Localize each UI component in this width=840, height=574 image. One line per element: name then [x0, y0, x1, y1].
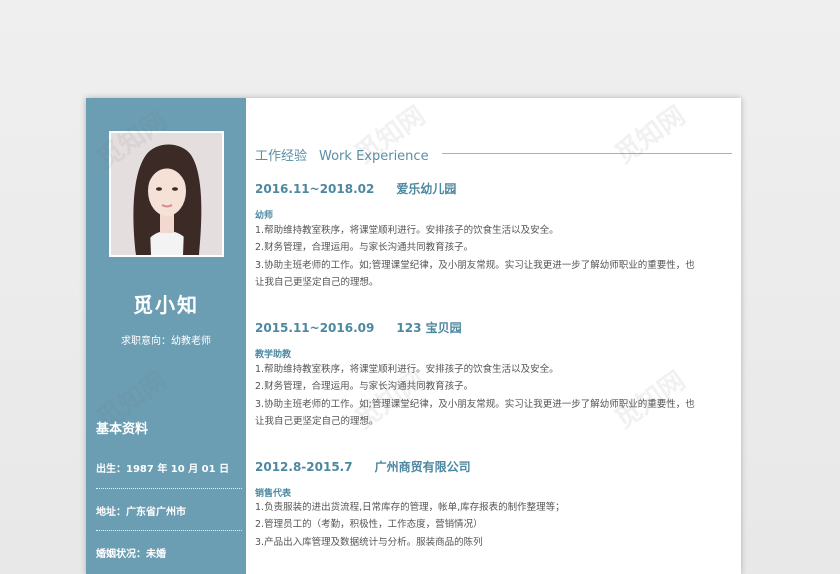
duty-item: 3.协助主班老师的工作。如;管理课堂纪律，及小朋友常规。实习让我更进一步了解幼师… [255, 398, 695, 410]
job-role: 教学助教 [255, 350, 292, 360]
dotted-divider [96, 530, 242, 531]
duty-item: 1.帮助维持教室秩序，将课堂顺利进行。安排孩子的饮食生活以及安全。 [255, 225, 559, 236]
dotted-divider [96, 488, 242, 489]
heading-rule [442, 153, 732, 154]
duty-item: 2.财务管理，合理运用。与家长沟通共同教育孩子。 [255, 381, 474, 393]
marital-value: 未婚 [146, 549, 166, 560]
marital-label: 婚姻状况： [96, 549, 146, 560]
portrait-illustration [111, 133, 222, 255]
job-period: 2016.11~2018.02 [255, 182, 375, 196]
resume-sheet: 觅小知 求职意向：幼教老师 基本资料 出生：1987 年 10 月 01 日 地… [86, 98, 741, 574]
job-entry-header: 2012.8-2015.7 广州商贸有限公司 [255, 458, 471, 475]
address-value: 广东省广州市 [126, 507, 186, 518]
duty-item: 让我自己更坚定自己的理想。 [255, 276, 379, 288]
job-duties: 1.帮助维持教室秩序，将课堂顺利进行。安排孩子的饮食生活以及安全。 2.财务管理… [255, 222, 725, 291]
job-duties: 1.负责服装的进出货流程,日常库存的管理，帐单,库存报表的制作整理等； 2.管理… [255, 499, 725, 551]
job-entry-header: 2016.11~2018.02 爱乐幼儿园 [255, 180, 456, 197]
candidate-name: 觅小知 [133, 293, 199, 317]
duty-item: 1.负责服装的进出货流程,日常库存的管理，帐单,库存报表的制作整理等； [255, 502, 565, 513]
duty-item: 1.帮助维持教室秩序，将课堂顺利进行。安排孩子的饮食生活以及安全。 [255, 364, 559, 375]
duty-item: 2.管理员工的（考勤，积极性，工作态度，营销情况） [255, 519, 483, 531]
job-intent: 求职意向：幼教老师 [121, 336, 211, 347]
profile-sidebar: 觅小知 求职意向：幼教老师 基本资料 出生：1987 年 10 月 01 日 地… [86, 98, 246, 574]
job-period: 2012.8-2015.7 [255, 460, 353, 474]
main-content: 工作经验 Work Experience 2016.11~2018.02 爱乐幼儿园… [246, 98, 741, 574]
heading-cn: 工作经验 [255, 149, 308, 164]
profile-photo [109, 131, 224, 257]
basic-info-heading: 基本资料 [96, 422, 149, 437]
job-org: 广州商贸有限公司 [374, 460, 471, 474]
job-entry-header: 2015.11~2016.09 123 宝贝园 [255, 319, 462, 336]
job-role: 幼师 [255, 211, 274, 221]
address-field: 地址：广东省广州市 [96, 503, 186, 518]
duty-item: 3.协助主班老师的工作。如;管理课堂纪律，及小朋友常规。实习让我更进一步了解幼师… [255, 259, 695, 271]
birth-field: 出生：1987 年 10 月 01 日 [96, 460, 229, 475]
marital-field: 婚姻状况：未婚 [96, 545, 166, 560]
duty-item: 让我自己更坚定自己的理想。 [255, 415, 379, 427]
birth-label: 出生： [96, 464, 126, 475]
job-duties: 1.帮助维持教室秩序，将课堂顺利进行。安排孩子的饮食生活以及安全。 2.财务管理… [255, 361, 725, 430]
duty-item: 2.财务管理，合理运用。与家长沟通共同教育孩子。 [255, 242, 474, 254]
job-org: 123 宝贝园 [396, 321, 462, 335]
job-role: 销售代表 [255, 489, 292, 499]
job-org: 爱乐幼儿园 [396, 182, 457, 196]
job-period: 2015.11~2016.09 [255, 321, 375, 335]
address-label: 地址： [96, 507, 126, 518]
duty-item: 3.产品出入库管理及数据统计与分析。服装商品的陈列 [255, 536, 483, 548]
heading-en: Work Experience [319, 149, 429, 164]
work-experience-heading: 工作经验 Work Experience [255, 145, 429, 164]
birth-value: 1987 年 10 月 01 日 [126, 464, 230, 475]
